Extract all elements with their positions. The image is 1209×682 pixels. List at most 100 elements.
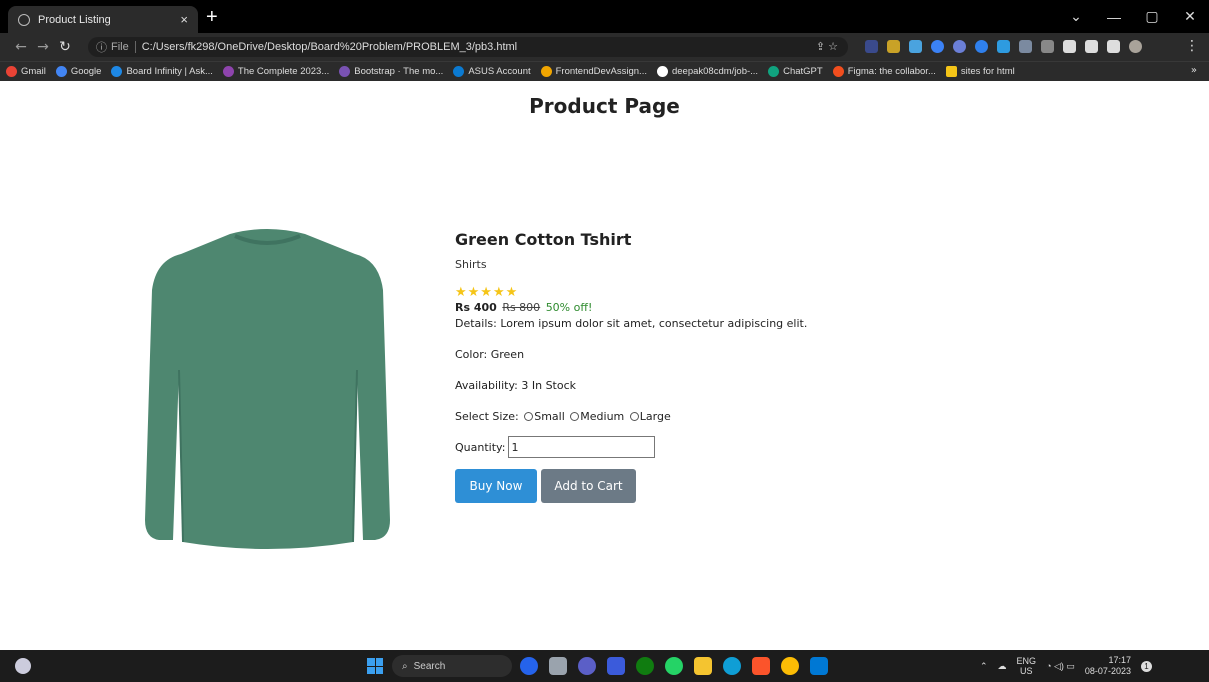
side-panel-icon[interactable]	[1107, 40, 1120, 53]
folder-icon	[945, 66, 957, 77]
app-icon[interactable]	[549, 657, 567, 675]
system-tray: ⌃ ☁ ENG US ◔ ◁) ▭ 17:17 08-07-2023 1	[980, 650, 1152, 682]
size-option-medium[interactable]: Medium	[570, 410, 624, 423]
github-icon	[656, 66, 668, 77]
window-controls: ⌄ — ▢ ✕	[1057, 0, 1209, 33]
add-to-cart-button[interactable]: Add to Cart	[541, 469, 636, 503]
size-option-large[interactable]: Large	[629, 410, 671, 423]
discount-label: 50% off!	[545, 301, 593, 314]
extension-icon[interactable]	[953, 40, 966, 53]
close-window-button[interactable]: ✕	[1171, 8, 1209, 25]
profile-avatar[interactable]	[1129, 40, 1142, 53]
bookmarks-bar: Gmail Google Board Infinity | Ask... The…	[0, 61, 1209, 81]
product-color: Color: Green	[455, 348, 525, 361]
bookmark-item[interactable]: ChatGPT	[768, 66, 823, 77]
new-tab-button[interactable]: +	[206, 7, 218, 27]
taskbar: ⌕ Search ⌃ ☁ ENG US ◔ ◁) ▭ 17:17 08-07-2…	[0, 650, 1209, 682]
size-option-small[interactable]: Small	[524, 410, 565, 423]
app-icon[interactable]	[607, 657, 625, 675]
bookmark-item[interactable]: FrontendDevAssign...	[540, 66, 647, 77]
share-bookmark-icons[interactable]: ⇪ ☆	[816, 40, 838, 53]
bookmark-item[interactable]: Google	[55, 66, 101, 77]
search-icon: ⌕	[402, 660, 408, 672]
app-icon[interactable]	[520, 657, 538, 675]
bookmark-item[interactable]: Board Infinity | Ask...	[111, 66, 213, 77]
cloud-icon[interactable]: ☁	[998, 661, 1007, 672]
extensions-puzzle-icon[interactable]	[1085, 40, 1098, 53]
radio-small[interactable]	[524, 412, 534, 421]
vscode-icon[interactable]	[810, 657, 828, 675]
close-tab-icon[interactable]: ×	[180, 12, 188, 27]
figma-icon	[832, 66, 844, 77]
radio-large[interactable]	[629, 412, 639, 421]
browser-chrome: Product Listing × + ⌄ — ▢ ✕ ← → ↻ ⓘ File…	[0, 0, 1209, 81]
extension-icon[interactable]	[887, 40, 900, 53]
back-button[interactable]: ←	[10, 39, 32, 55]
bookmark-item[interactable]: ASUS Account	[453, 66, 531, 77]
reload-button[interactable]: ↻	[54, 39, 76, 55]
weather-widget-icon[interactable]	[15, 658, 31, 674]
product-availability: Availability: 3 In Stock	[455, 379, 577, 392]
tab-search-icon[interactable]: ⌄	[1057, 8, 1095, 25]
page-content: Product Page Green Cotton Tshirt Shirts …	[0, 90, 1209, 650]
extension-icon[interactable]	[975, 40, 988, 53]
bookmark-icon	[339, 66, 351, 77]
price-current: Rs 400	[455, 301, 497, 314]
search-label: Search	[413, 660, 446, 672]
chatgpt-icon	[768, 66, 780, 77]
product-category: Shirts	[455, 258, 487, 271]
forward-button[interactable]: →	[32, 39, 54, 55]
bookmark-icon	[6, 66, 17, 77]
taskbar-search[interactable]: ⌕ Search	[392, 655, 512, 677]
bookmark-item[interactable]: Figma: the collabor...	[832, 66, 936, 77]
teams-icon[interactable]	[578, 657, 596, 675]
page-title: Product Page	[529, 94, 680, 118]
notification-badge[interactable]: 1	[1140, 660, 1152, 672]
tab-product-listing[interactable]: Product Listing ×	[8, 6, 198, 33]
bookmark-icon	[55, 66, 67, 77]
info-icon[interactable]: ⓘ	[96, 39, 107, 55]
quantity-input[interactable]: 1	[508, 436, 656, 458]
radio-medium[interactable]	[570, 412, 580, 421]
bookmark-item[interactable]: Gmail	[6, 66, 46, 77]
bookmark-icon	[222, 66, 234, 77]
whatsapp-icon[interactable]	[665, 657, 683, 675]
url-input[interactable]: ⓘ File C:/Users/fk298/OneDrive/Desktop/B…	[88, 37, 848, 57]
extension-icon[interactable]	[931, 40, 944, 53]
extension-icon[interactable]	[909, 40, 922, 53]
file-explorer-icon[interactable]	[694, 657, 712, 675]
bookmark-item[interactable]: deepak08cdm/job-...	[656, 66, 758, 77]
buy-now-button[interactable]: Buy Now	[455, 469, 537, 503]
chevron-up-icon[interactable]: ⌃	[980, 661, 988, 672]
bookmark-icon	[540, 66, 552, 77]
bookmark-folder[interactable]: sites for html	[945, 66, 1015, 77]
size-label: Select Size:	[455, 410, 519, 423]
extension-icon[interactable]	[865, 40, 878, 53]
xbox-icon[interactable]	[636, 657, 654, 675]
extension-icon[interactable]	[1063, 40, 1076, 53]
product-image	[145, 229, 390, 549]
address-bar: ← → ↻ ⓘ File C:/Users/fk298/OneDrive/Des…	[0, 33, 1209, 61]
bookmark-item[interactable]: The Complete 2023...	[222, 66, 329, 77]
language-indicator[interactable]: ENG US	[1017, 656, 1037, 676]
extension-icon[interactable]	[1019, 40, 1032, 53]
bookmark-icon	[453, 66, 465, 77]
quantity-label: Quantity:	[455, 440, 506, 454]
extension-icon[interactable]	[997, 40, 1010, 53]
minimize-button[interactable]: —	[1095, 9, 1133, 25]
more-bookmarks-icon[interactable]: »	[1191, 65, 1197, 76]
brave-icon[interactable]	[752, 657, 770, 675]
size-selector: Select Size: Small Medium Large	[455, 410, 955, 423]
bookmark-item[interactable]: Bootstrap · The mo...	[339, 66, 443, 77]
restore-button[interactable]: ▢	[1133, 8, 1171, 25]
clock[interactable]: 17:17 08-07-2023	[1085, 655, 1131, 677]
wifi-volume-battery-icons[interactable]: ◔ ◁) ▭	[1046, 661, 1075, 672]
start-button[interactable]	[367, 658, 383, 674]
chrome-icon[interactable]	[781, 657, 799, 675]
url-text: C:/Users/fk298/OneDrive/Desktop/Board%20…	[141, 41, 518, 53]
quantity-row: Quantity: 1	[455, 436, 955, 458]
menu-icon[interactable]: ⋮	[1185, 38, 1199, 54]
edge-icon[interactable]	[723, 657, 741, 675]
extension-icon[interactable]	[1041, 40, 1054, 53]
extension-icons	[865, 40, 1142, 53]
